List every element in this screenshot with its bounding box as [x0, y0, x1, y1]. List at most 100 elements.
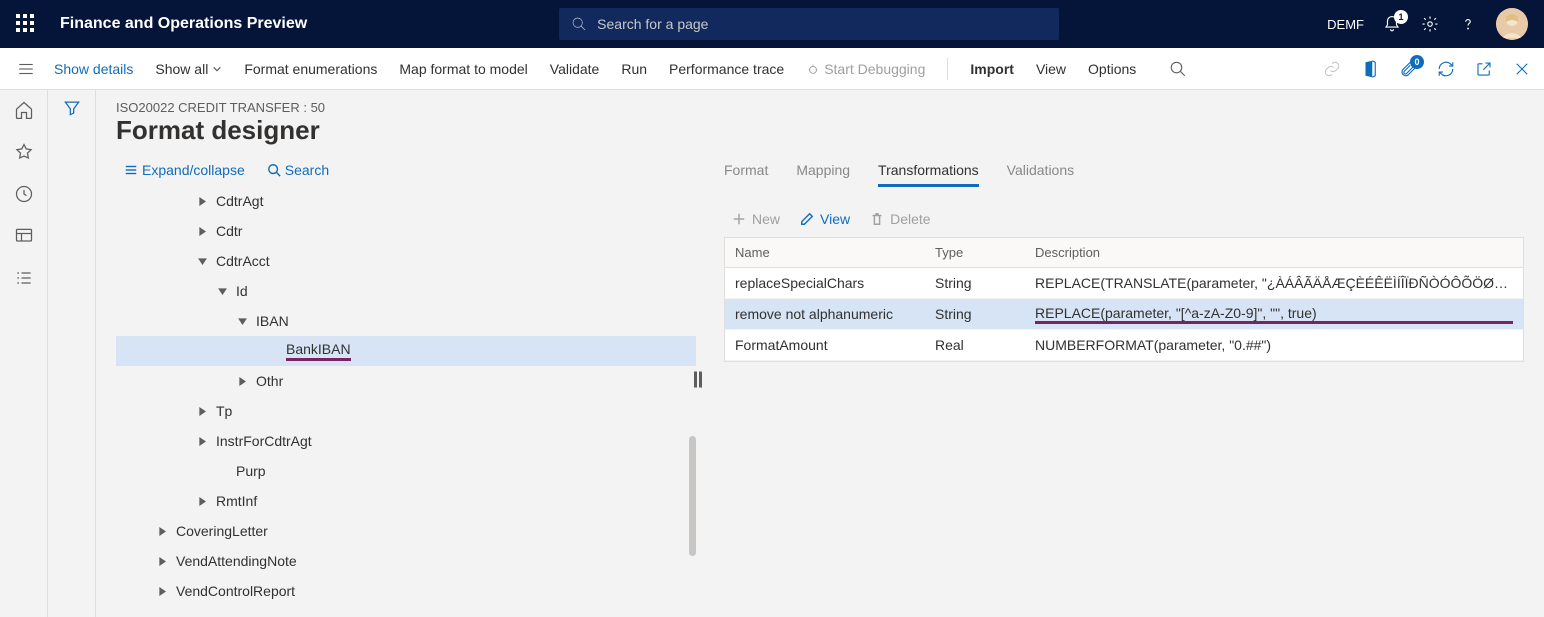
col-description[interactable]: Description — [1035, 245, 1513, 260]
link-icon[interactable] — [1322, 59, 1342, 79]
tab-transformations[interactable]: Transformations — [878, 156, 979, 187]
page-title: Format designer — [96, 115, 1544, 156]
import-button[interactable]: Import — [970, 61, 1014, 77]
plus-icon — [732, 212, 746, 226]
cell-type: String — [935, 306, 1035, 322]
tree-caret-icon[interactable] — [236, 375, 248, 387]
tree-caret-icon[interactable] — [196, 255, 208, 267]
refresh-icon[interactable] — [1436, 59, 1456, 79]
tree-node[interactable]: CdtrAcct — [116, 246, 696, 276]
modules-icon[interactable] — [12, 266, 36, 290]
tree-caret-icon[interactable] — [196, 225, 208, 237]
help-icon[interactable] — [1458, 14, 1478, 34]
show-details-button[interactable]: Show details — [54, 61, 133, 77]
tree-caret-icon[interactable] — [156, 555, 168, 567]
tree-node-label: InstrForCdtrAgt — [216, 433, 312, 449]
tree-node[interactable]: Cdtr — [116, 216, 696, 246]
tree-node[interactable]: RmtInf — [116, 486, 696, 516]
top-header: Finance and Operations Preview DEMF 1 — [0, 0, 1544, 48]
tree-node-label: VendAttendingNote — [176, 553, 297, 569]
details-pane: Format Mapping Transformations Validatio… — [696, 156, 1524, 605]
options-button[interactable]: Options — [1088, 61, 1136, 77]
tree-node-label: Purp — [236, 463, 266, 479]
show-all-button[interactable]: Show all — [155, 61, 222, 77]
cell-name: FormatAmount — [735, 337, 935, 353]
tree-node[interactable]: InstrForCdtrAgt — [116, 426, 696, 456]
global-search[interactable] — [559, 8, 1059, 40]
tree-caret-icon[interactable] — [266, 345, 278, 357]
table-row[interactable]: remove not alphanumericStringREPLACE(par… — [725, 299, 1523, 330]
tree-node[interactable]: CdtrAgt — [116, 186, 696, 216]
expand-collapse-button[interactable]: Expand/collapse — [124, 162, 245, 178]
tree-caret-icon[interactable] — [196, 405, 208, 417]
trash-icon — [870, 212, 884, 226]
format-tree-pane: Expand/collapse Search CdtrAgt Cdtr CdtrAc… — [116, 156, 696, 605]
tree-node[interactable]: Purp — [116, 456, 696, 486]
col-type[interactable]: Type — [935, 245, 1035, 260]
scrollbar-thumb[interactable] — [689, 436, 696, 556]
tree-node-label: Cdtr — [216, 223, 242, 239]
tree-node[interactable]: Id — [116, 276, 696, 306]
tree-caret-icon[interactable] — [156, 585, 168, 597]
tree-caret-icon[interactable] — [216, 285, 228, 297]
chevron-down-icon — [212, 64, 222, 74]
workspace-icon[interactable] — [12, 224, 36, 248]
tree-node[interactable]: VendAttendingNote — [116, 546, 696, 576]
popout-icon[interactable] — [1474, 59, 1494, 79]
new-button[interactable]: New — [732, 211, 780, 227]
tree-search-button[interactable]: Search — [267, 162, 329, 178]
tree-caret-icon[interactable] — [196, 435, 208, 447]
tree-node[interactable]: Othr — [116, 366, 696, 396]
tree-caret-icon[interactable] — [156, 525, 168, 537]
tree-caret-icon[interactable] — [196, 495, 208, 507]
tree-node[interactable]: Tp — [116, 396, 696, 426]
delete-button[interactable]: Delete — [870, 211, 930, 227]
view-trans-button[interactable]: View — [800, 211, 850, 227]
tree-node[interactable]: VendControlReport — [116, 576, 696, 605]
command-bar: Show details Show all Format enumeration… — [0, 48, 1544, 90]
format-enum-button[interactable]: Format enumerations — [244, 61, 377, 77]
tree-caret-icon[interactable] — [216, 465, 228, 477]
map-format-button[interactable]: Map format to model — [399, 61, 527, 77]
tree-node-label: RmtInf — [216, 493, 257, 509]
tab-format[interactable]: Format — [724, 156, 768, 187]
perf-trace-button[interactable]: Performance trace — [669, 61, 784, 77]
star-icon[interactable] — [12, 140, 36, 164]
app-title: Finance and Operations Preview — [60, 15, 307, 33]
tree-node[interactable]: CoveringLetter — [116, 516, 696, 546]
tree-node[interactable]: IBAN — [116, 306, 696, 336]
filter-icon[interactable] — [62, 98, 82, 118]
table-row[interactable]: FormatAmountRealNUMBERFORMAT(parameter, … — [725, 330, 1523, 361]
validate-button[interactable]: Validate — [550, 61, 600, 77]
cell-description: REPLACE(TRANSLATE(parameter, "¿ÀÁÂÃÄÅÆÇÈ… — [1035, 275, 1513, 291]
tree-caret-icon[interactable] — [236, 315, 248, 327]
cell-name: remove not alphanumeric — [735, 306, 935, 322]
table-header: Name Type Description — [725, 238, 1523, 268]
settings-icon[interactable] — [1420, 14, 1440, 34]
office-icon[interactable] — [1360, 59, 1380, 79]
tree-node-label: BankIBAN — [286, 341, 351, 361]
start-debug-button[interactable]: Start Debugging — [806, 61, 925, 77]
close-icon[interactable] — [1512, 59, 1532, 79]
nav-toggle-icon[interactable] — [12, 60, 40, 78]
tab-mapping[interactable]: Mapping — [796, 156, 850, 187]
notifications-icon[interactable]: 1 — [1382, 14, 1402, 34]
waffle-icon[interactable] — [16, 14, 36, 34]
recent-icon[interactable] — [12, 182, 36, 206]
splitter-handle[interactable] — [694, 371, 702, 390]
tree-node-label: CdtrAcct — [216, 253, 270, 269]
tab-validations[interactable]: Validations — [1007, 156, 1074, 187]
view-button[interactable]: View — [1036, 61, 1066, 77]
tree-caret-icon[interactable] — [196, 195, 208, 207]
table-row[interactable]: replaceSpecialCharsStringREPLACE(TRANSLA… — [725, 268, 1523, 299]
col-name[interactable]: Name — [735, 245, 935, 260]
cmd-search-icon[interactable] — [1168, 59, 1188, 79]
user-avatar[interactable] — [1496, 8, 1528, 40]
run-button[interactable]: Run — [621, 61, 647, 77]
format-tree[interactable]: CdtrAgt Cdtr CdtrAcct IdIBAN BankIBAN OthrTp I… — [116, 186, 696, 605]
home-icon[interactable] — [12, 98, 36, 122]
tree-node[interactable]: BankIBAN — [116, 336, 696, 366]
tree-node-label: CdtrAgt — [216, 193, 263, 209]
search-input[interactable] — [597, 16, 1047, 32]
attachments-icon[interactable]: 0 — [1398, 59, 1418, 79]
